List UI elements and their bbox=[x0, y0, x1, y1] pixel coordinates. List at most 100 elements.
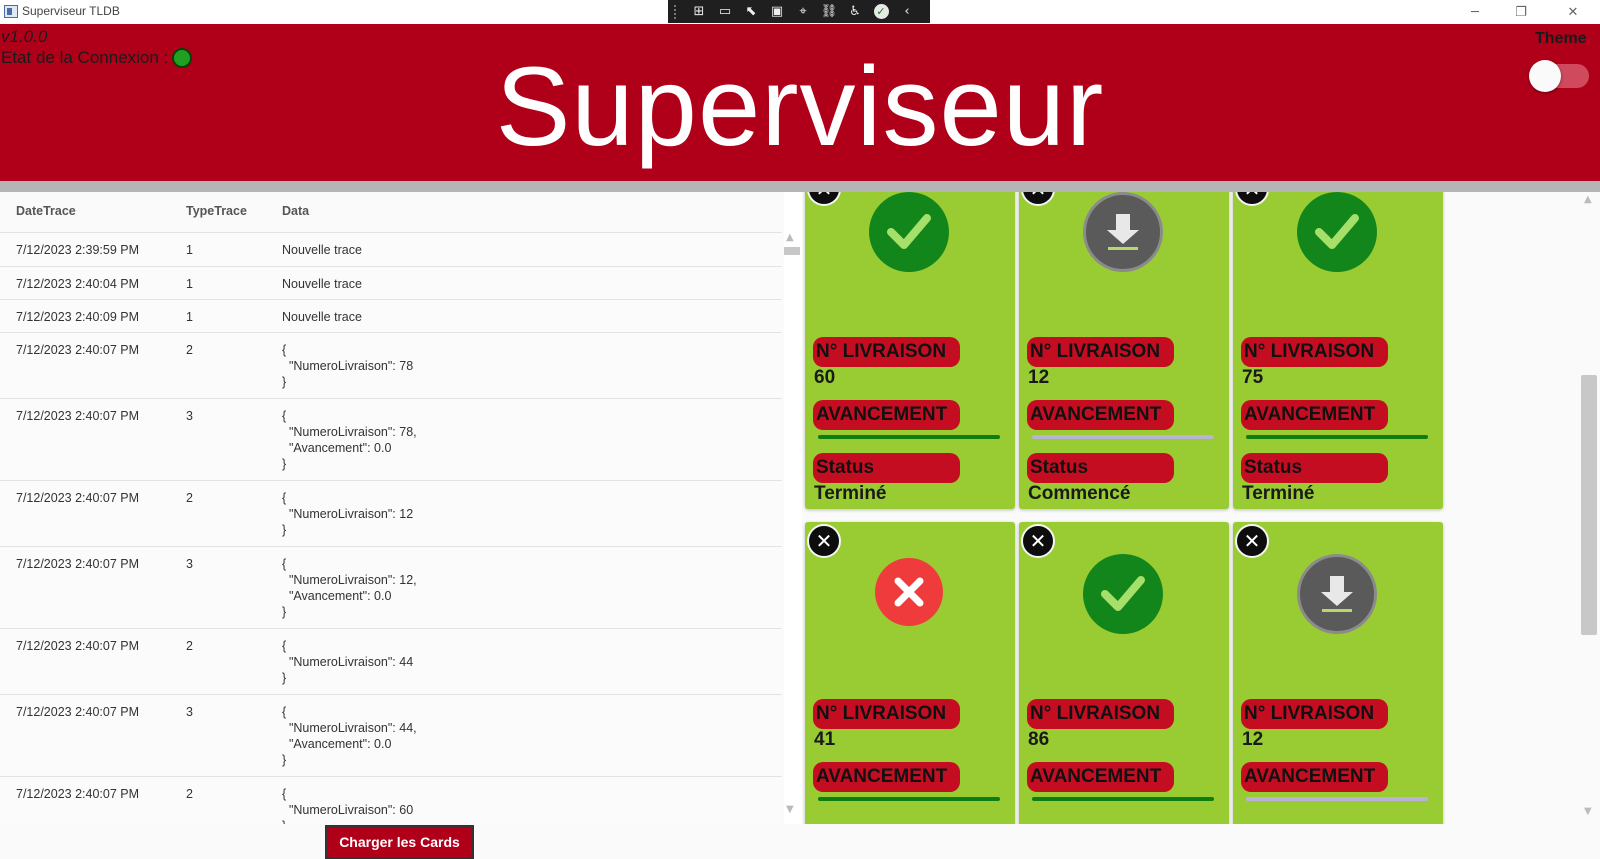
status-value: Commencé bbox=[1028, 483, 1131, 504]
cell-type: 3 bbox=[186, 409, 193, 423]
cell-data: { "NumeroLivraison": 12, "Avancement": 0… bbox=[282, 557, 417, 619]
cell-date: 7/12/2023 2:40:07 PM bbox=[16, 639, 140, 653]
download-icon bbox=[1083, 192, 1163, 272]
grid-header: DateTrace TypeTrace Data bbox=[0, 192, 784, 232]
grid-body[interactable]: 7/12/2023 2:39:59 PM 1 Nouvelle trace 7/… bbox=[0, 232, 782, 824]
grid-scrollbar[interactable]: ▲ ▼ bbox=[782, 232, 802, 822]
delivery-number: 12 bbox=[1242, 729, 1264, 750]
delivery-card: ✕ N° LIVRAISON 12 AVANCEMENT bbox=[1233, 522, 1443, 824]
cell-date: 7/12/2023 2:40:07 PM bbox=[16, 409, 140, 423]
bottom-bar bbox=[0, 824, 1600, 859]
delivery-label: N° LIVRAISON bbox=[1027, 699, 1174, 729]
column-header-data[interactable]: Data bbox=[282, 204, 309, 218]
scroll-down-arrow-icon[interactable]: ▼ bbox=[1584, 806, 1592, 817]
cell-data: { "NumeroLivraison": 44 } bbox=[282, 639, 414, 685]
delivery-card: ✕ N° LIVRAISON 75 AVANCEMENT Status Term… bbox=[1233, 192, 1443, 509]
cards-scrollbar[interactable]: ▲ ▼ bbox=[1578, 192, 1600, 824]
column-header-typetrace[interactable]: TypeTrace bbox=[186, 204, 247, 218]
delivery-number: 12 bbox=[1028, 367, 1050, 388]
cell-date: 7/12/2023 2:40:07 PM bbox=[16, 787, 140, 801]
scroll-up-arrow-icon[interactable]: ▲ bbox=[1584, 194, 1592, 205]
hot-reload-status-icon[interactable]: ✓ bbox=[870, 3, 892, 21]
cell-date: 7/12/2023 2:40:07 PM bbox=[16, 491, 140, 505]
table-row[interactable]: 7/12/2023 2:40:07 PM 3 { "NumeroLivraiso… bbox=[0, 398, 782, 480]
check-icon bbox=[869, 192, 949, 272]
table-row[interactable]: 7/12/2023 2:40:07 PM 2 { "NumeroLivraiso… bbox=[0, 628, 782, 694]
theme-toggle[interactable] bbox=[1529, 60, 1589, 92]
progress-bar bbox=[1246, 797, 1428, 801]
theme-toggle-knob[interactable] bbox=[1529, 60, 1561, 92]
app-header: v1.0.0 Etat de la Connexion : Superviseu… bbox=[0, 24, 1600, 181]
check-icon bbox=[1297, 192, 1377, 272]
delivery-label: N° LIVRAISON bbox=[813, 337, 960, 367]
delivery-label: N° LIVRAISON bbox=[1027, 337, 1174, 367]
close-card-button[interactable]: ✕ bbox=[807, 524, 841, 558]
check-icon bbox=[1083, 554, 1163, 634]
layout-adorner-icon[interactable]: ▣ bbox=[766, 3, 788, 21]
progress-label: AVANCEMENT bbox=[1027, 762, 1174, 792]
close-card-button[interactable]: ✕ bbox=[1235, 192, 1269, 206]
grid-scroll-thumb[interactable] bbox=[784, 247, 800, 255]
cell-date: 7/12/2023 2:39:59 PM bbox=[16, 243, 140, 257]
status-label: Status bbox=[1241, 453, 1388, 483]
table-row[interactable]: 7/12/2023 2:40:07 PM 3 { "NumeroLivraiso… bbox=[0, 546, 782, 628]
cell-date: 7/12/2023 2:40:07 PM bbox=[16, 557, 140, 571]
camera-icon[interactable]: ▭ bbox=[714, 3, 736, 21]
table-row[interactable]: 7/12/2023 2:40:07 PM 2 { "NumeroLivraiso… bbox=[0, 776, 782, 824]
theme-label: Theme bbox=[1535, 30, 1587, 47]
cards-scroll-thumb[interactable] bbox=[1581, 375, 1597, 635]
page-title: Superviseur bbox=[495, 44, 1105, 169]
delivery-number: 75 bbox=[1242, 367, 1264, 388]
cell-type: 2 bbox=[186, 343, 193, 357]
table-row[interactable]: 7/12/2023 2:40:09 PM 1 Nouvelle trace bbox=[0, 299, 782, 332]
cell-type: 1 bbox=[186, 243, 193, 257]
cell-data: { "NumeroLivraison": 60 } bbox=[282, 787, 414, 824]
window-title: Superviseur TLDB bbox=[22, 4, 120, 18]
close-card-button[interactable]: ✕ bbox=[807, 192, 841, 206]
table-row[interactable]: 7/12/2023 2:40:04 PM 1 Nouvelle trace bbox=[0, 266, 782, 299]
cards-panel[interactable]: ✕ N° LIVRAISON 60 AVANCEMENT Status Term… bbox=[802, 192, 1600, 824]
close-card-button[interactable]: ✕ bbox=[1021, 192, 1055, 206]
table-row[interactable]: 7/12/2023 2:40:07 PM 3 { "NumeroLivraiso… bbox=[0, 694, 782, 776]
progress-label: AVANCEMENT bbox=[813, 400, 960, 430]
load-cards-button[interactable]: Charger les Cards bbox=[325, 825, 474, 859]
window-titlebar: Superviseur TLDB ⊞ ▭ ⬉ ▣ ⌖ ⛓ ♿ ✓ ‹ ─ ❐ ✕ bbox=[0, 0, 1600, 24]
accessibility-icon[interactable]: ♿ bbox=[844, 3, 866, 21]
scroll-up-arrow-icon[interactable]: ▲ bbox=[786, 232, 794, 243]
delivery-card: ✕ N° LIVRAISON 60 AVANCEMENT Status Term… bbox=[805, 192, 1015, 509]
cell-type: 2 bbox=[186, 787, 193, 801]
delivery-number: 60 bbox=[814, 367, 836, 388]
select-element-icon[interactable]: ⬉ bbox=[740, 3, 762, 21]
close-card-button[interactable]: ✕ bbox=[1235, 524, 1269, 558]
collapse-toolbar-icon[interactable]: ‹ bbox=[896, 3, 918, 21]
table-row[interactable]: 7/12/2023 2:40:07 PM 2 { "NumeroLivraiso… bbox=[0, 332, 782, 398]
minimize-icon[interactable]: ─ bbox=[1452, 0, 1498, 24]
cell-data: Nouvelle trace bbox=[282, 310, 362, 324]
status-label: Status bbox=[813, 453, 960, 483]
cell-type: 1 bbox=[186, 277, 193, 291]
download-icon bbox=[1297, 554, 1377, 634]
delivery-number: 86 bbox=[1028, 729, 1050, 750]
track-focus-icon[interactable]: ⌖ bbox=[792, 3, 814, 21]
delivery-card: ✕ N° LIVRAISON 12 AVANCEMENT Status Comm… bbox=[1019, 192, 1229, 509]
cell-data: Nouvelle trace bbox=[282, 243, 362, 257]
cell-data: { "NumeroLivraison": 78 } bbox=[282, 343, 414, 389]
progress-bar bbox=[1032, 797, 1214, 801]
status-value: Terminé bbox=[1242, 483, 1315, 504]
cell-data: { "NumeroLivraison": 44, "Avancement": 0… bbox=[282, 705, 417, 767]
cell-date: 7/12/2023 2:40:04 PM bbox=[16, 277, 140, 291]
column-header-datetrace[interactable]: DateTrace bbox=[16, 204, 76, 218]
progress-label: AVANCEMENT bbox=[1241, 400, 1388, 430]
scroll-down-arrow-icon[interactable]: ▼ bbox=[786, 804, 794, 815]
progress-label: AVANCEMENT bbox=[813, 762, 960, 792]
delivery-label: N° LIVRAISON bbox=[813, 699, 960, 729]
table-row[interactable]: 7/12/2023 2:39:59 PM 1 Nouvelle trace bbox=[0, 232, 782, 266]
close-window-icon[interactable]: ✕ bbox=[1550, 0, 1596, 24]
restore-icon[interactable]: ❐ bbox=[1498, 0, 1544, 24]
trace-grid: DateTrace TypeTrace Data 7/12/2023 2:39:… bbox=[0, 192, 784, 824]
binding-failures-icon[interactable]: ⛓ bbox=[818, 3, 840, 21]
table-row[interactable]: 7/12/2023 2:40:07 PM 2 { "NumeroLivraiso… bbox=[0, 480, 782, 546]
toolbar-grip-icon[interactable] bbox=[674, 4, 680, 19]
close-card-button[interactable]: ✕ bbox=[1021, 524, 1055, 558]
live-visual-tree-icon[interactable]: ⊞ bbox=[688, 3, 710, 21]
